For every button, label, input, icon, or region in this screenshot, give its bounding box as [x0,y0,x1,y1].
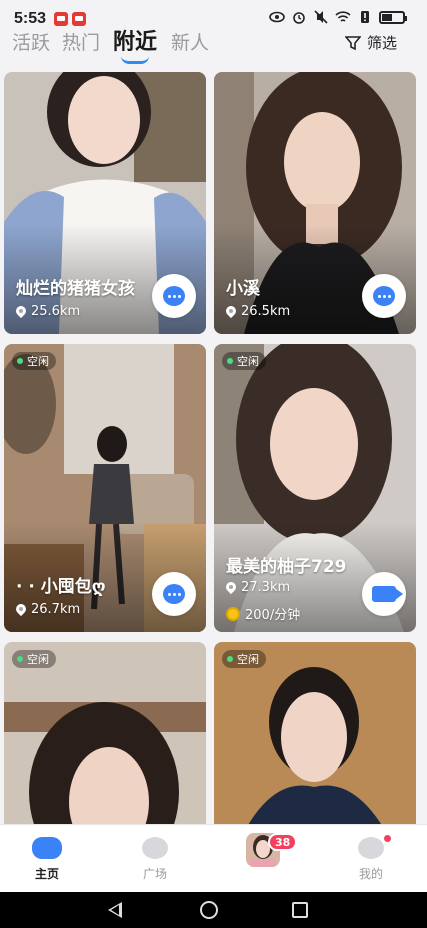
home-circle-icon[interactable] [200,901,218,919]
app-screen: 5:53 活跃 热门 附近 新人 筛选 灿烂的猪猪女孩 25.6km 小溪 26… [0,0,427,928]
location-pin-icon [16,604,26,616]
recent-apps-icon[interactable] [292,902,308,918]
nav-mine[interactable]: 我的 [341,837,401,882]
user-photo [4,642,206,824]
call-price: 200/分钟 [226,604,300,623]
video-call-button[interactable] [362,572,406,616]
user-distance: 26.5km [226,304,290,319]
system-navigation-bar [0,892,427,928]
user-photo [214,642,416,824]
user-nickname: · · 小囤包ღ [16,577,106,597]
user-distance: 27.3km [226,580,290,595]
user-card[interactable]: 空闲 [4,642,206,824]
distance-label: 26.5km [241,304,291,319]
chat-button[interactable] [152,572,196,616]
chat-button[interactable] [152,274,196,318]
notification-dot [384,835,391,842]
profile-icon [358,837,384,859]
location-pin-icon [226,306,236,318]
bottom-navigation: 主页 广场 38 我的 [0,824,427,892]
online-dot [227,656,233,662]
status-label: 空闲 [27,355,49,368]
distance-label: 26.7km [31,602,81,617]
battery-icon [379,10,407,24]
status-bar: 5:53 [0,0,427,27]
top-tabs: 活跃 热门 附近 新人 筛选 [0,26,427,66]
eye-icon [269,11,285,23]
tab-active[interactable]: 活跃 [12,28,50,55]
user-distance: 26.7km [16,602,80,617]
chat-bubble-icon [373,286,395,306]
user-card[interactable]: 空闲 · · 小囤包ღ 26.7km [4,344,206,632]
user-nickname: 灿烂的猪猪女孩 [16,279,135,299]
status-badge: 空闲 [12,352,56,370]
nav-square-label: 广场 [142,867,167,881]
status-label: 空闲 [237,355,259,368]
user-nickname: 最美的柚子729 [226,557,347,577]
alert-icon [361,11,369,23]
user-card[interactable]: 小溪 26.5km [214,72,416,334]
user-card[interactable]: 灿烂的猪猪女孩 25.6km [4,72,206,334]
video-camera-icon [372,586,403,602]
status-badge: 空闲 [12,650,56,668]
compass-icon [142,837,168,859]
active-tab-indicator [121,56,149,64]
nav-mine-label: 我的 [358,867,383,881]
back-icon[interactable] [108,902,122,918]
coin-icon [226,606,240,621]
mute-icon [314,10,328,24]
filter-icon [344,35,361,50]
chat-bubble-icon [163,584,185,604]
nav-home[interactable]: 主页 [17,837,77,882]
tab-hot[interactable]: 热门 [62,28,100,55]
status-icons [269,10,407,24]
user-nickname: 小溪 [226,279,260,299]
alarm-icon [293,12,305,24]
notification-icon [72,12,86,26]
nearby-user-grid: 灿烂的猪猪女孩 25.6km 小溪 26.5km 空闲 · · 小囤包ღ 26.… [0,72,427,824]
status-badge: 空闲 [222,650,266,668]
tab-nearby[interactable]: 附近 [113,24,157,56]
location-pin-icon [226,582,236,594]
location-pin-icon [16,306,26,318]
distance-label: 25.6km [31,304,81,319]
wifi-icon [335,11,351,22]
chat-bubble-icon [163,286,185,306]
tab-new[interactable]: 新人 [171,28,209,55]
status-badge: 空闲 [222,352,266,370]
status-label: 空闲 [27,653,49,666]
user-card[interactable]: 空闲 [214,642,416,824]
online-dot [17,358,23,364]
status-label: 空闲 [237,653,259,666]
filter-label: 筛选 [366,34,397,52]
nav-square[interactable]: 广场 [125,837,185,882]
notification-icon [54,12,68,26]
user-distance: 25.6km [16,304,80,319]
price-label: 200/分钟 [245,608,301,623]
nav-home-label: 主页 [34,867,59,881]
chat-button[interactable] [362,274,406,318]
online-dot [17,656,23,662]
filter-button[interactable]: 筛选 [344,32,397,53]
user-card[interactable]: 空闲 最美的柚子729 27.3km 200/分钟 [214,344,416,632]
online-dot [227,358,233,364]
home-icon [32,837,62,859]
unread-count-badge: 38 [268,833,298,851]
distance-label: 27.3km [241,580,291,595]
